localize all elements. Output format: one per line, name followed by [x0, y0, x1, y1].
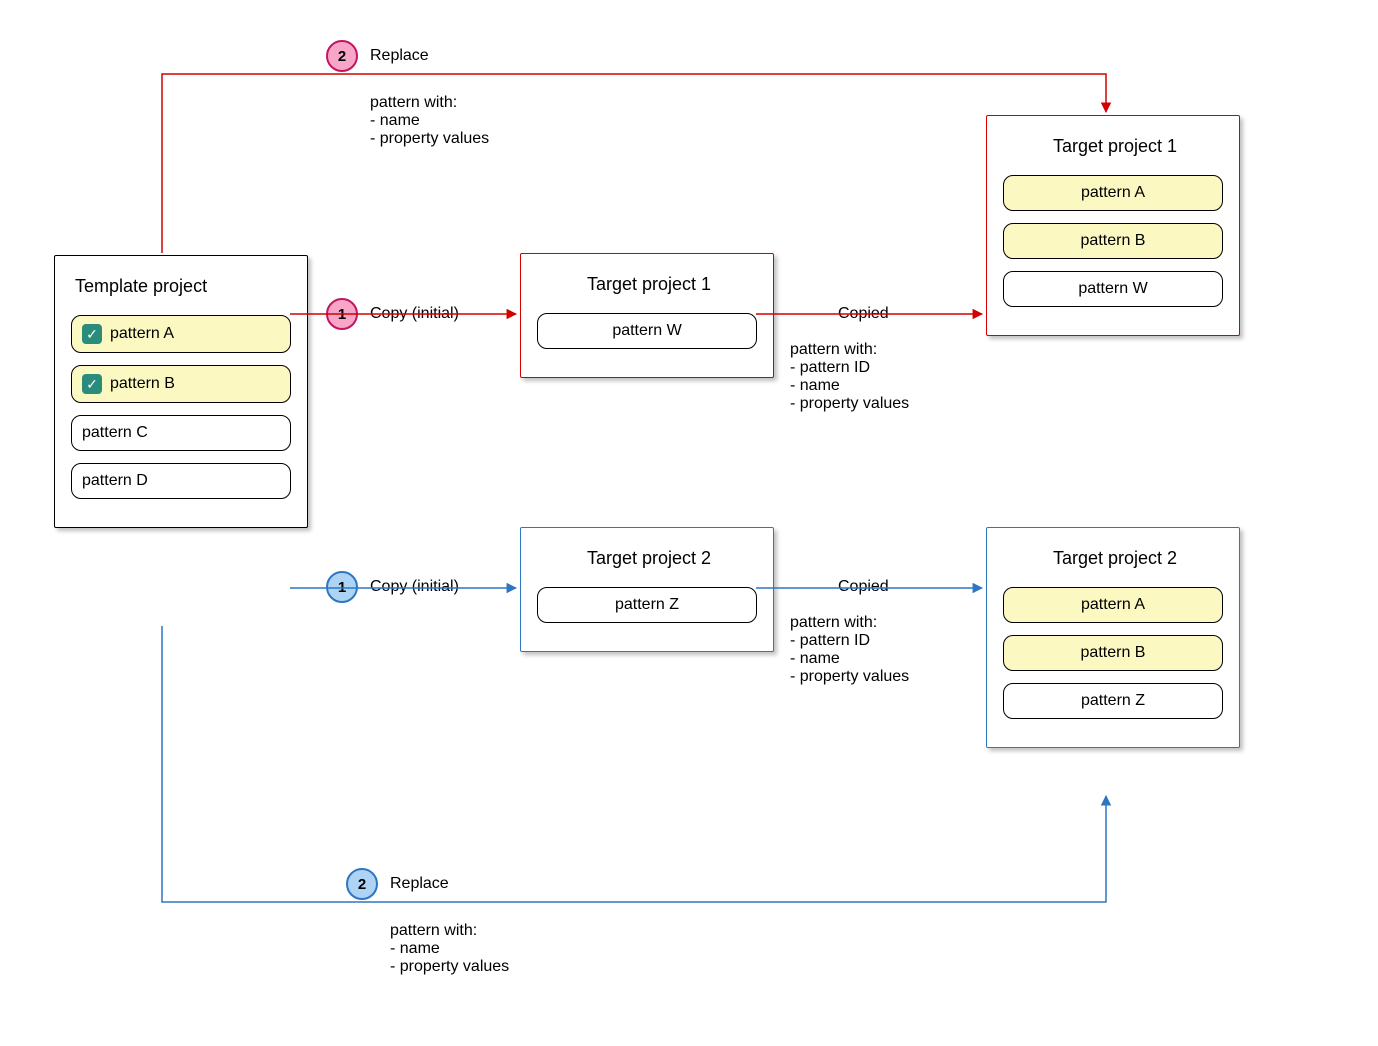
pattern-item: pattern W — [537, 313, 757, 349]
target1-final-title: Target project 1 — [1007, 136, 1223, 157]
pattern-label: pattern W — [1078, 280, 1147, 298]
pattern-item: pattern D — [71, 463, 291, 499]
pattern-item: pattern A — [1003, 175, 1223, 211]
pattern-item: pattern Z — [537, 587, 757, 623]
step-badge-2-bottom: 2 — [346, 868, 378, 900]
pattern-label: pattern B — [1081, 644, 1146, 662]
pattern-label: pattern Z — [1081, 692, 1145, 710]
replace-label-top: Replace — [370, 47, 429, 65]
step-badge-1-blue: 1 — [326, 571, 358, 603]
checkmark-icon: ✓ — [82, 374, 102, 394]
template-title: Template project — [75, 276, 291, 297]
pattern-label: pattern Z — [615, 596, 679, 614]
replace-detail-bottom: pattern with: - name - property values — [390, 922, 509, 976]
copied-detail-blue: pattern with: - pattern ID - name - prop… — [790, 614, 909, 686]
replace-label-bottom: Replace — [390, 875, 449, 893]
pattern-item: pattern A — [1003, 587, 1223, 623]
pattern-item: pattern Z — [1003, 683, 1223, 719]
pattern-item: pattern B — [1003, 635, 1223, 671]
copy-label-blue: Copy (initial) — [370, 578, 459, 596]
pattern-label: pattern W — [612, 322, 681, 340]
pattern-label: pattern D — [82, 472, 148, 490]
pattern-label: pattern A — [1081, 596, 1145, 614]
checkmark-icon: ✓ — [82, 324, 102, 344]
pattern-item: ✓ pattern B — [71, 365, 291, 403]
template-project-box: Template project ✓ pattern A ✓ pattern B… — [54, 255, 308, 528]
copied-detail-red: pattern with: - pattern ID - name - prop… — [790, 341, 909, 413]
copied-label-blue: Copied — [838, 578, 889, 596]
copied-label-red: Copied — [838, 305, 889, 323]
copy-label-red: Copy (initial) — [370, 305, 459, 323]
target1-final-box: Target project 1 pattern A pattern B pat… — [986, 115, 1240, 336]
target2-final-box: Target project 2 pattern A pattern B pat… — [986, 527, 1240, 748]
target2-final-title: Target project 2 — [1007, 548, 1223, 569]
step-badge-2-top: 2 — [326, 40, 358, 72]
target1-title: Target project 1 — [541, 274, 757, 295]
pattern-label: pattern B — [1081, 232, 1146, 250]
replace-detail-top: pattern with: - name - property values — [370, 94, 489, 148]
step-badge-1-red: 1 — [326, 298, 358, 330]
pattern-label: pattern A — [1081, 184, 1145, 202]
target2-title: Target project 2 — [541, 548, 757, 569]
pattern-item: pattern W — [1003, 271, 1223, 307]
target2-initial-box: Target project 2 pattern Z — [520, 527, 774, 652]
pattern-item: pattern C — [71, 415, 291, 451]
pattern-label: pattern B — [110, 375, 175, 393]
target1-initial-box: Target project 1 pattern W — [520, 253, 774, 378]
pattern-label: pattern C — [82, 424, 148, 442]
pattern-label: pattern A — [110, 325, 174, 343]
pattern-item: pattern B — [1003, 223, 1223, 259]
pattern-item: ✓ pattern A — [71, 315, 291, 353]
